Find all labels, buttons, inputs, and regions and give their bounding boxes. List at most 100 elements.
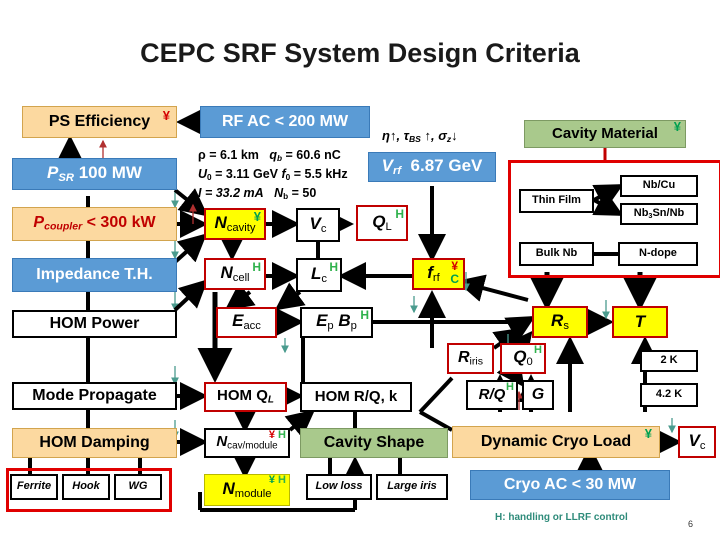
box-r-over-q-label: R/Q: [478, 386, 506, 404]
box-wg[interactable]: WG: [114, 474, 162, 500]
box-v-rf-label: Vrf 6.87 GeV: [381, 155, 483, 177]
box-large-iris[interactable]: Large iris: [376, 474, 448, 500]
box-v-c-right[interactable]: Vc: [678, 426, 716, 458]
box-hook-label: Hook: [72, 480, 100, 493]
box-bulk-nb-label: Bulk Nb: [535, 247, 578, 260]
box-cryo-ac[interactable]: Cryo AC < 30 MW: [470, 470, 670, 500]
box-rf-ac-label: RF AC < 200 MW: [221, 112, 349, 130]
h-marker-icon: H: [278, 474, 286, 486]
box-temperature[interactable]: T: [612, 306, 668, 338]
param-line-1: ρ = 6.1 km qb = 60.6 nC: [198, 148, 341, 164]
box-n-module-label: Nmodule: [222, 478, 272, 500]
box-nb-cu[interactable]: Nb/Cu: [620, 175, 698, 197]
box-ferrite[interactable]: Ferrite: [10, 474, 58, 500]
box-n-dope[interactable]: N-dope: [618, 242, 698, 266]
box-dynamic-cryo-load-label: Dynamic Cryo Load: [480, 432, 632, 450]
yen-marker-icon: ¥: [253, 209, 261, 224]
box-r-iris[interactable]: Riris: [447, 343, 494, 374]
efficiency-annotation: η↑, τBS ↑, σz↓: [382, 128, 458, 145]
page-title: CEPC SRF System Design Criteria: [140, 38, 580, 68]
box-n-cell[interactable]: Ncell H: [204, 258, 266, 290]
box-cavity-shape[interactable]: Cavity Shape: [300, 428, 448, 458]
box-temperature-label: T: [634, 312, 646, 332]
box-l-c-label: Lc: [311, 263, 327, 285]
box-v-rf[interactable]: Vrf 6.87 GeV: [368, 152, 496, 182]
box-e-acc[interactable]: Eacc: [216, 307, 277, 338]
box-n-module[interactable]: Nmodule ¥ H: [204, 474, 290, 506]
box-r-s-label: Rs: [551, 310, 569, 332]
box-q0[interactable]: Q0 H: [500, 343, 546, 374]
box-p-sr[interactable]: PSR 100 MW: [12, 158, 177, 190]
box-mode-propagate-label: Mode Propagate: [32, 386, 157, 404]
yen-marker-icon: ¥: [268, 429, 275, 441]
box-nb-cu-label: Nb/Cu: [642, 179, 676, 192]
box-mode-propagate[interactable]: Mode Propagate: [12, 382, 177, 410]
box-l-c[interactable]: Lc H: [296, 258, 342, 292]
yen-marker-icon: ¥: [644, 426, 652, 441]
slide-canvas: CEPC SRF System Design Criteria PS Effic…: [0, 0, 720, 540]
box-f-rf[interactable]: frf ¥ C: [412, 258, 465, 290]
box-r-over-q[interactable]: R/Q H: [466, 380, 518, 410]
box-rf-ac[interactable]: RF AC < 200 MW: [200, 106, 370, 138]
box-cavity-material[interactable]: Cavity Material ¥: [524, 120, 686, 148]
box-q0-label: Q0: [513, 347, 533, 369]
box-thin-film[interactable]: Thin Film: [519, 189, 594, 213]
box-hook[interactable]: Hook: [62, 474, 110, 500]
box-r-iris-label: Riris: [457, 348, 484, 368]
box-ep-bp[interactable]: Ep Bp H: [300, 307, 373, 338]
box-impedance-th-label: Impedance T.H.: [36, 265, 153, 283]
box-thin-film-label: Thin Film: [532, 194, 581, 207]
box-f-rf-label: frf: [427, 262, 440, 284]
box-n-dope-label: N-dope: [639, 247, 677, 260]
h-marker-icon: H: [329, 260, 338, 274]
box-n-cavity[interactable]: Ncavity ¥: [204, 208, 266, 240]
h-marker-icon: H: [534, 344, 542, 356]
box-p-coupler[interactable]: Pcoupler < 300 kW: [12, 207, 177, 241]
box-e-acc-label: Eacc: [232, 311, 261, 333]
box-g[interactable]: G: [522, 380, 554, 410]
box-cryo-ac-label: Cryo AC < 30 MW: [503, 475, 637, 493]
box-r-s[interactable]: Rs: [532, 306, 588, 338]
box-cavity-shape-label: Cavity Shape: [323, 433, 425, 451]
h-marker-icon: H: [506, 381, 514, 393]
box-v-c[interactable]: Vc: [296, 208, 340, 242]
yen-marker-icon: ¥: [451, 259, 458, 273]
box-n-cell-label: Ncell: [220, 262, 250, 284]
box-ferrite-label: Ferrite: [16, 480, 52, 493]
yen-marker-icon: ¥: [162, 108, 170, 123]
box-4-2k-label: 4.2 K: [655, 388, 683, 401]
box-wg-label: WG: [128, 480, 148, 493]
box-v-c-right-label: Vc: [688, 430, 706, 452]
box-hom-rq-k[interactable]: HOM R/Q, k: [300, 382, 412, 412]
beam-parameters: ρ = 6.1 km qb = 60.6 nC U0 = 3.11 GeV f0…: [198, 146, 348, 203]
box-hom-power-label: HOM Power: [49, 314, 140, 332]
h-marker-icon: H: [252, 260, 261, 274]
box-hom-rq-k-label: HOM R/Q, k: [314, 388, 398, 406]
param-line-2: U0 = 3.11 GeV f0 = 5.5 kHz: [198, 167, 348, 183]
box-n-cav-module[interactable]: Ncav/module ¥ H: [204, 428, 290, 458]
box-impedance-th[interactable]: Impedance T.H.: [12, 258, 177, 292]
box-bulk-nb[interactable]: Bulk Nb: [519, 242, 594, 266]
footnote: H: handling or LLRF control: [495, 512, 628, 523]
box-hom-damping-label: HOM Damping: [39, 433, 150, 451]
box-low-loss[interactable]: Low loss: [306, 474, 372, 500]
box-hom-damping[interactable]: HOM Damping: [12, 428, 177, 458]
box-dynamic-cryo-load[interactable]: Dynamic Cryo Load ¥: [452, 426, 660, 458]
c-marker-icon: C: [450, 272, 459, 287]
box-4-2k[interactable]: 4.2 K: [640, 383, 698, 407]
h-marker-icon: H: [360, 308, 369, 322]
box-n-cavity-label: Ncavity: [214, 212, 256, 234]
box-p-coupler-label: Pcoupler < 300 kW: [33, 214, 156, 233]
h-marker-icon: H: [278, 429, 286, 441]
box-nb3sn-nb[interactable]: Nb3Sn/Nb: [620, 203, 698, 225]
box-hom-ql[interactable]: HOM QL: [204, 382, 287, 412]
box-large-iris-label: Large iris: [387, 480, 437, 493]
box-ps-efficiency-label: PS Efficiency: [48, 112, 151, 130]
box-q-l[interactable]: QL H: [356, 205, 408, 241]
box-hom-power[interactable]: HOM Power: [12, 310, 177, 338]
box-2k[interactable]: 2 K: [640, 350, 698, 372]
yen-marker-icon: ¥: [673, 119, 681, 134]
box-ps-efficiency[interactable]: PS Efficiency ¥: [22, 106, 177, 138]
box-p-sr-label: PSR 100 MW: [47, 162, 142, 184]
box-cavity-material-label: Cavity Material: [552, 125, 658, 143]
